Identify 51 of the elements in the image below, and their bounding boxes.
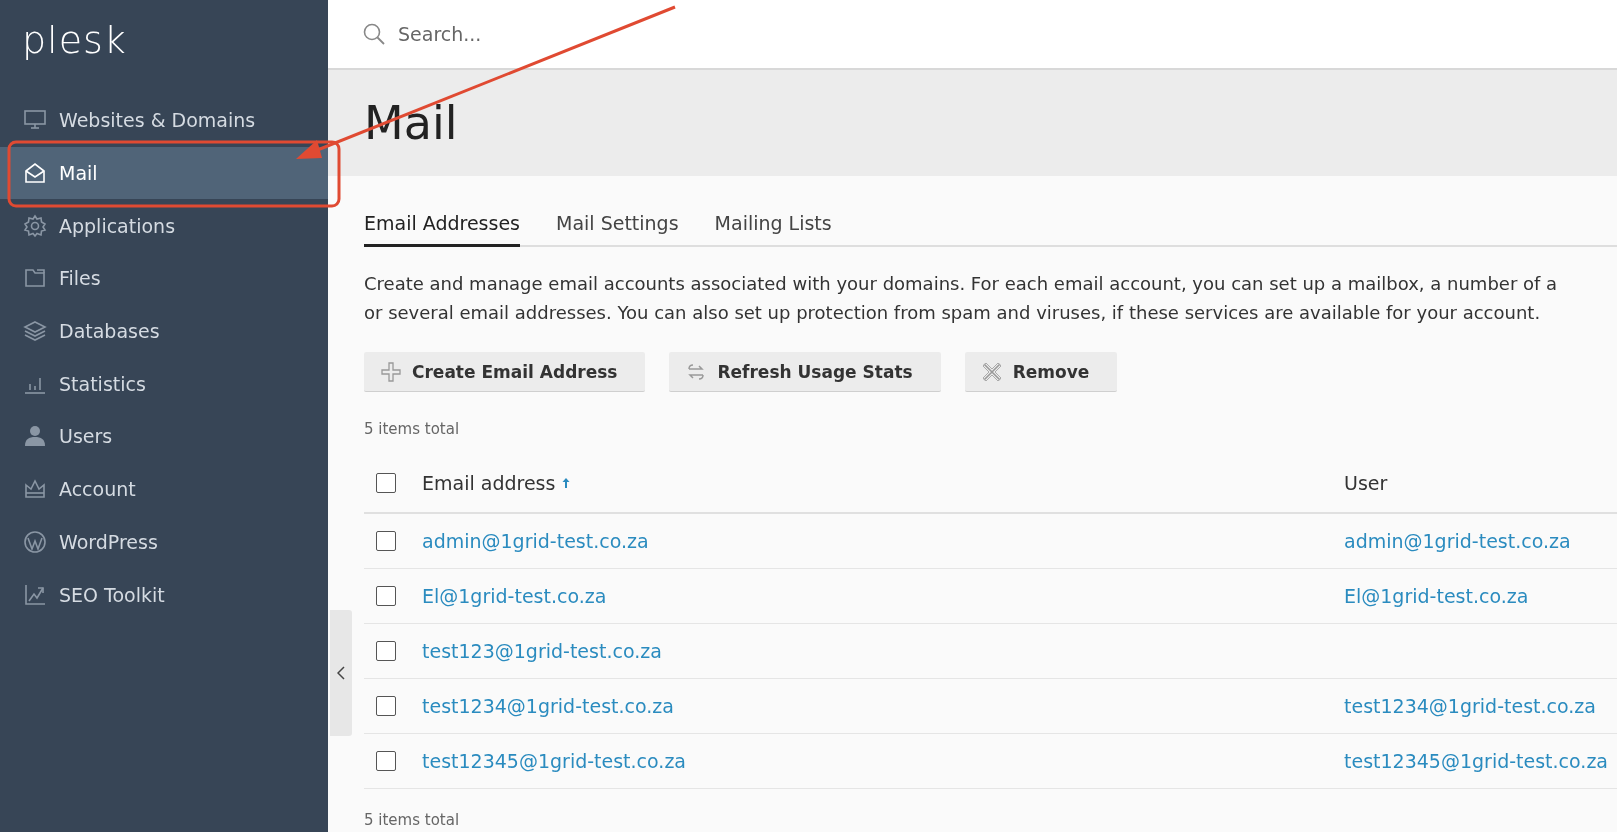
checkbox[interactable] <box>376 586 396 606</box>
user-link[interactable]: El@1grid-test.co.za <box>1344 585 1529 607</box>
sort-arrow-icon[interactable] <box>561 477 572 489</box>
email-link[interactable]: admin@1grid-test.co.za <box>422 530 649 552</box>
nav-item[interactable]: Websites & Domains <box>0 94 328 147</box>
growth-chart-icon <box>23 582 47 607</box>
email-link[interactable]: El@1grid-test.co.za <box>422 585 607 607</box>
checkbox[interactable] <box>376 696 396 716</box>
nav-item[interactable]: Account <box>0 462 328 516</box>
column-header[interactable]: User <box>1344 472 1388 494</box>
nav-item[interactable]: SEO Toolkit <box>0 568 328 621</box>
checkbox[interactable] <box>376 531 396 551</box>
nav-item[interactable]: Users <box>0 410 328 463</box>
gear-icon <box>23 213 47 238</box>
tab[interactable]: Mailing Lists <box>714 212 832 247</box>
nav-item[interactable]: Mail <box>0 146 328 200</box>
tab[interactable]: Mail Settings <box>556 212 679 247</box>
nav-item[interactable]: WordPress <box>0 515 328 569</box>
refresh-button[interactable]: Refresh Usage Stats <box>669 352 941 392</box>
plus-icon <box>380 360 402 383</box>
close-icon <box>980 360 1003 383</box>
search-icon <box>362 22 386 46</box>
search-field[interactable]: Search... <box>396 22 800 46</box>
nav-item[interactable]: Statistics <box>0 357 328 411</box>
user-icon <box>23 424 47 449</box>
items-total: 5 items total <box>364 811 461 829</box>
user-link[interactable]: admin@1grid-test.co.za <box>1344 530 1571 552</box>
collapse-handle[interactable] <box>330 610 352 736</box>
create-button[interactable]: Create Email Address <box>364 352 646 392</box>
checkbox[interactable] <box>376 751 396 771</box>
nav-item[interactable]: Files <box>0 252 328 305</box>
email-link[interactable]: test1234@1grid-test.co.za <box>422 695 674 717</box>
tab[interactable]: Email Addresses <box>364 212 520 247</box>
checkbox[interactable] <box>376 641 396 661</box>
user-link[interactable]: test12345@1grid-test.co.za <box>1344 750 1608 772</box>
chevron-left-icon <box>337 666 345 680</box>
page-title: Mail <box>364 96 458 150</box>
logo[interactable]: plesk <box>0 0 328 74</box>
description-text: Create and manage email accounts associated with your domains. For each email account, you can set up a mailbox, a number of a or several email addresses. You can also set up protection from spam and viruses, if these services are available for your account. <box>364 272 1559 325</box>
layers-icon <box>23 319 47 344</box>
nav-item[interactable]: Applications <box>0 199 328 253</box>
checkbox[interactable] <box>376 473 396 493</box>
wordpress-icon <box>23 529 47 554</box>
email-link[interactable]: test12345@1grid-test.co.za <box>422 750 686 772</box>
items-total: 5 items total <box>364 420 461 438</box>
email-link[interactable]: test123@1grid-test.co.za <box>422 640 662 662</box>
remove-button[interactable]: Remove <box>964 352 1118 392</box>
column-header[interactable]: Email address <box>422 472 556 494</box>
user-link[interactable]: test1234@1grid-test.co.za <box>1344 695 1596 717</box>
nav-item[interactable]: Databases <box>0 304 328 358</box>
envelope-icon <box>23 161 47 186</box>
